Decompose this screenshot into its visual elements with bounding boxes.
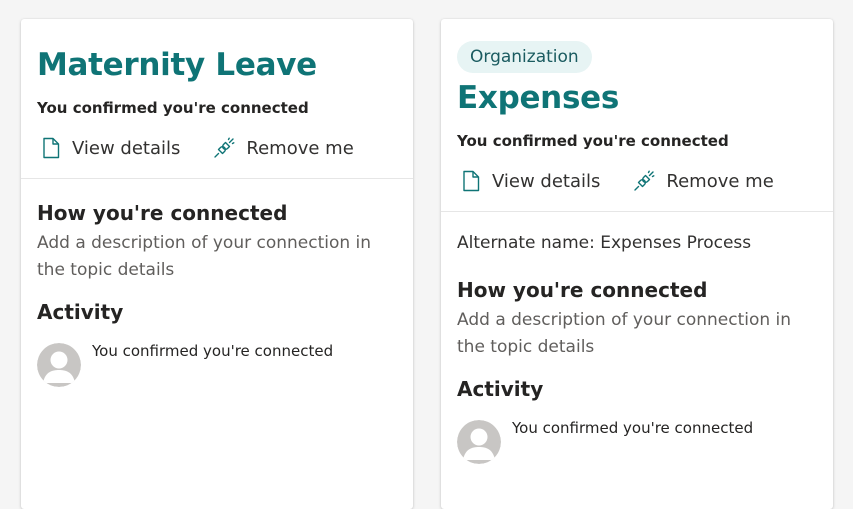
view-details-button[interactable]: View details <box>457 170 600 192</box>
unplug-icon <box>634 170 655 191</box>
activity-item: You confirmed you're connected <box>457 419 817 464</box>
how-connected-heading: How you're connected <box>37 201 288 225</box>
topic-title: Expenses <box>457 80 619 116</box>
card-actions: View details Remove me <box>37 136 354 160</box>
activity-heading: Activity <box>37 300 124 324</box>
topic-card-maternity-leave: Maternity Leave You confirmed you're con… <box>21 19 413 509</box>
connection-status: You confirmed you're connected <box>37 99 309 117</box>
view-details-label: View details <box>72 137 181 159</box>
remove-me-button[interactable]: Remove me <box>632 169 774 193</box>
remove-me-button[interactable]: Remove me <box>212 136 354 160</box>
card-header: Organization Expenses You confirmed you'… <box>441 19 833 211</box>
connection-status: You confirmed you're connected <box>457 132 729 150</box>
activity-heading: Activity <box>457 377 544 401</box>
remove-me-label: Remove me <box>666 170 774 192</box>
how-connected-heading: How you're connected <box>457 278 708 302</box>
card-actions: View details Remove me <box>457 169 774 193</box>
card-header: Maternity Leave You confirmed you're con… <box>21 19 413 178</box>
divider <box>21 178 413 179</box>
topic-type-chip: Organization <box>457 41 592 73</box>
unplug-icon <box>214 137 235 158</box>
remove-me-label: Remove me <box>246 137 354 159</box>
activity-item: You confirmed you're connected <box>37 342 397 387</box>
document-icon <box>463 170 480 192</box>
card-body: How you're connected Add a description o… <box>37 200 397 387</box>
topic-title: Maternity Leave <box>37 47 317 83</box>
alternate-name: Alternate name: Expenses Process <box>457 233 752 253</box>
view-details-label: View details <box>492 170 601 192</box>
topic-card-expenses: Organization Expenses You confirmed you'… <box>441 19 833 509</box>
default-avatar-icon <box>457 420 501 464</box>
how-connected-description: Add a description of your connection in … <box>37 233 372 280</box>
activity-text: You confirmed you're connected <box>92 342 334 360</box>
divider <box>441 211 833 212</box>
card-body: Alternate name: Expenses Process How you… <box>457 232 817 464</box>
default-avatar-icon <box>37 343 81 387</box>
activity-text: You confirmed you're connected <box>512 419 754 437</box>
how-connected-description: Add a description of your connection in … <box>457 310 792 357</box>
view-details-button[interactable]: View details <box>37 137 180 159</box>
document-icon <box>43 137 60 159</box>
